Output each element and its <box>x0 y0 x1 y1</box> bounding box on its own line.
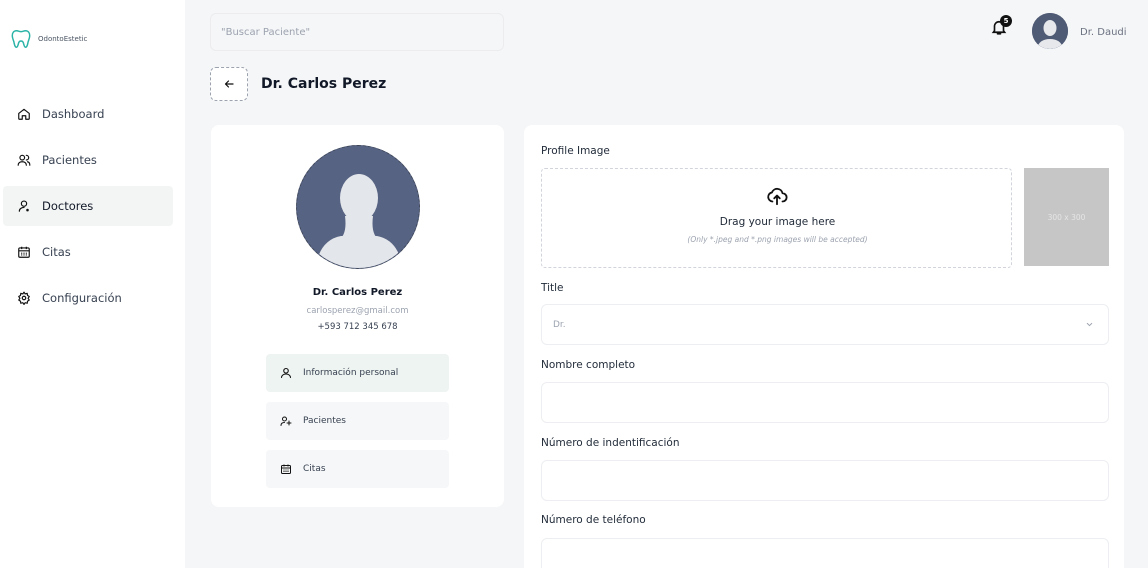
page-title: Dr. Carlos Perez <box>261 76 387 92</box>
id-number-input[interactable] <box>541 460 1109 501</box>
doctor-silhouette-icon <box>297 146 419 268</box>
main-content: 5 Dr. Daudi Dr. Carlos Perez Dr. Carlos … <box>185 0 1148 568</box>
calendar-icon <box>279 462 293 476</box>
profile-menu-citas[interactable]: Citas <box>266 450 449 488</box>
profile-phone: +593 712 345 678 <box>317 322 398 332</box>
profile-menu-label: Citas <box>303 464 326 474</box>
phone-input[interactable] <box>541 538 1109 568</box>
fullname-input[interactable] <box>541 382 1109 423</box>
preview-size-text: 300 x 300 <box>1047 212 1086 222</box>
profile-menu-label: Información personal <box>303 368 399 378</box>
sidebar-item-pacientes[interactable]: Pacientes <box>3 140 173 180</box>
doctor-form-card: Profile Image Drag your image here (Only… <box>524 125 1124 568</box>
profile-menu-informacion-personal[interactable]: Información personal <box>266 354 449 392</box>
search-input[interactable] <box>210 13 504 51</box>
sidebar-nav: Dashboard Pacientes Doctores Citas Confi… <box>0 94 185 324</box>
sidebar-item-label: Pacientes <box>42 153 97 167</box>
app-name: OdontoEstetic <box>38 35 88 43</box>
chevron-down-icon <box>1086 322 1093 327</box>
users-icon <box>16 152 32 168</box>
tooth-logo-icon <box>11 30 31 48</box>
title-label: Title <box>541 282 564 294</box>
profile-card: Dr. Carlos Perez carlosperez@gmail.com +… <box>211 125 504 507</box>
sidebar-item-label: Dashboard <box>42 107 105 121</box>
arrow-left-icon <box>224 80 234 88</box>
notification-count-badge: 5 <box>1000 15 1012 27</box>
title-select[interactable]: Dr. <box>541 304 1109 345</box>
profile-menu-label: Pacientes <box>303 416 346 426</box>
sidebar-item-label: Citas <box>42 245 71 259</box>
image-dropzone[interactable]: Drag your image here (Only *.jpeg and *.… <box>541 168 1012 268</box>
gear-icon <box>16 290 32 306</box>
sidebar-item-label: Configuración <box>42 291 122 305</box>
user-avatar[interactable] <box>1032 13 1068 49</box>
sidebar-item-configuracion[interactable]: Configuración <box>3 278 173 318</box>
back-button[interactable] <box>210 67 248 101</box>
user-icon <box>16 198 32 214</box>
phone-label: Número de teléfono <box>541 514 646 526</box>
sidebar-item-doctores[interactable]: Doctores <box>3 186 173 226</box>
calendar-icon <box>16 244 32 260</box>
notifications-button[interactable]: 5 <box>990 15 1012 40</box>
user-plus-icon <box>279 414 293 428</box>
home-icon <box>16 106 32 122</box>
user-icon <box>279 366 293 380</box>
title-select-value: Dr. <box>553 319 566 330</box>
sidebar: OdontoEstetic Dashboard Pacientes Doctor… <box>0 0 185 568</box>
sidebar-item-dashboard[interactable]: Dashboard <box>3 94 173 134</box>
sidebar-item-label: Doctores <box>42 199 94 213</box>
id-number-label: Número de indentificación <box>541 437 680 449</box>
upload-cloud-icon <box>767 187 788 206</box>
upload-text: Drag your image here <box>719 216 836 228</box>
user-silhouette-icon <box>1032 13 1068 49</box>
user-name[interactable]: Dr. Daudi <box>1080 27 1127 38</box>
profile-name: Dr. Carlos Perez <box>312 287 403 298</box>
profile-avatar <box>296 145 420 269</box>
profile-email: carlosperez@gmail.com <box>306 306 409 316</box>
app-logo[interactable]: OdontoEstetic <box>10 28 87 50</box>
sidebar-item-citas[interactable]: Citas <box>3 232 173 272</box>
fullname-label: Nombre completo <box>541 359 636 371</box>
profile-image-label: Profile Image <box>541 145 610 157</box>
upload-hint: (Only *.jpeg and *.png images will be ac… <box>687 235 868 244</box>
profile-menu-pacientes[interactable]: Pacientes <box>266 402 449 440</box>
image-preview-placeholder: 300 x 300 <box>1024 168 1109 266</box>
